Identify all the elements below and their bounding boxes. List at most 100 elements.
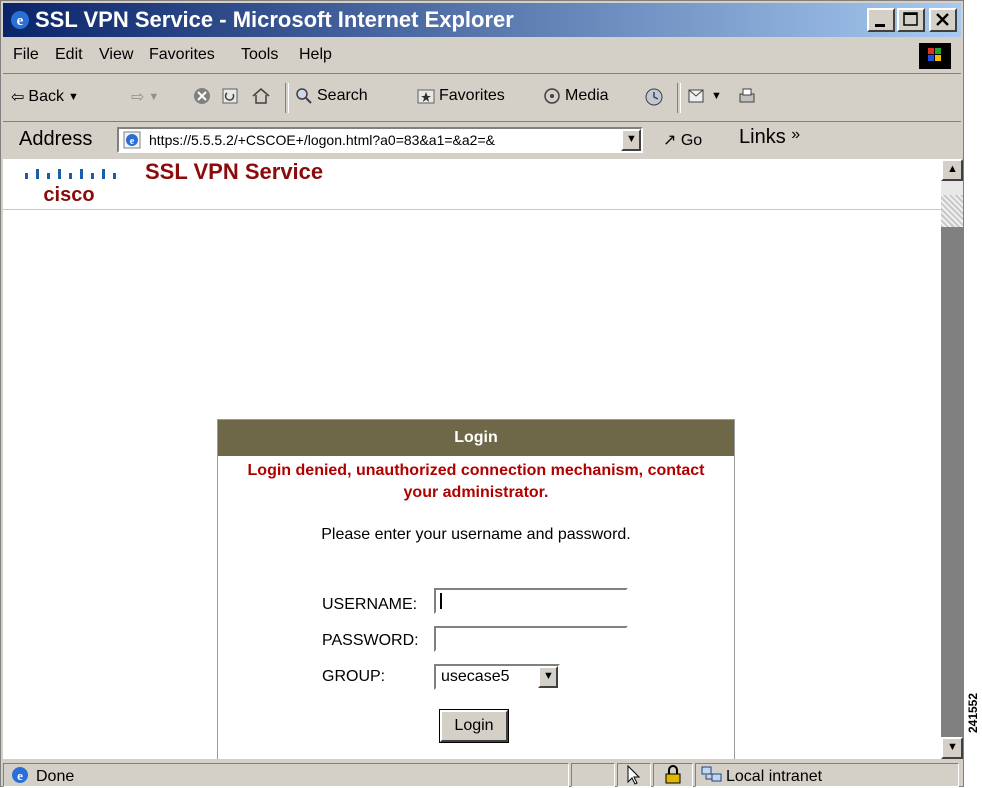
- minimize-button[interactable]: [867, 8, 895, 32]
- zone-text: Local intranet: [726, 768, 823, 785]
- svg-text:e: e: [17, 13, 24, 29]
- refresh-icon: [222, 88, 238, 104]
- group-select[interactable]: usecase5 ▼: [434, 664, 560, 690]
- page-icon: e: [123, 131, 141, 149]
- dropdown-arrow-icon: ▼: [543, 670, 554, 682]
- dropdown-arrow-icon: ▼: [711, 90, 722, 102]
- password-field[interactable]: [434, 626, 628, 652]
- home-icon: [252, 88, 270, 104]
- svg-text:e: e: [130, 136, 135, 147]
- toolbar-separator: [677, 83, 681, 113]
- links-label: Links: [739, 126, 786, 148]
- print-button[interactable]: [737, 87, 757, 105]
- figure-id-label: 241552: [964, 650, 982, 780]
- scroll-thumb[interactable]: [941, 195, 963, 227]
- print-icon: [739, 88, 755, 103]
- group-dropdown-button[interactable]: ▼: [538, 666, 558, 688]
- links-button[interactable]: Links »: [739, 126, 800, 149]
- title-bar[interactable]: e SSL VPN Service - Microsoft Internet E…: [3, 3, 961, 37]
- media-button[interactable]: Media: [543, 87, 609, 105]
- menu-file[interactable]: File: [13, 46, 39, 64]
- favorites-icon: [417, 89, 435, 104]
- forward-arrow-icon: ⇨: [131, 89, 145, 106]
- header-divider: [3, 209, 941, 210]
- menu-bar: File Edit View Favorites Tools Help: [3, 39, 961, 74]
- browser-window: e SSL VPN Service - Microsoft Internet E…: [0, 0, 964, 787]
- go-button[interactable]: ↗ Go: [663, 130, 702, 150]
- login-error-message: Login denied, unauthorized connection me…: [247, 462, 705, 501]
- back-button[interactable]: ⇦ Back ▼: [11, 87, 79, 107]
- favorites-button[interactable]: Favorites: [417, 87, 505, 105]
- login-button[interactable]: Login: [439, 709, 509, 743]
- history-icon: [645, 88, 663, 106]
- close-button[interactable]: [929, 8, 957, 32]
- menu-help[interactable]: Help: [299, 46, 332, 64]
- status-text: Done: [36, 768, 75, 785]
- media-label: Media: [565, 87, 609, 104]
- login-heading: Login: [218, 420, 734, 456]
- search-label: Search: [317, 87, 368, 104]
- status-text-cell: e Done: [3, 763, 569, 787]
- password-label: PASSWORD:: [322, 632, 419, 649]
- arrow-down-icon: ▼: [947, 741, 958, 753]
- scroll-track[interactable]: [941, 227, 963, 737]
- address-url: https://5.5.5.2/+CSCOE+/logon.html?a0=83…: [149, 132, 495, 148]
- toolbar-separator: [285, 83, 289, 113]
- stop-icon: [194, 88, 210, 104]
- scroll-up-button[interactable]: ▲: [941, 159, 963, 181]
- stop-button[interactable]: [193, 87, 211, 105]
- refresh-button[interactable]: [221, 87, 239, 105]
- text-caret: [440, 593, 442, 609]
- vertical-scrollbar[interactable]: ▲ ▼: [941, 159, 963, 759]
- zone-cell: Local intranet: [695, 763, 959, 787]
- group-label: GROUP:: [322, 668, 386, 685]
- security-cell: [653, 763, 693, 787]
- arrow-up-icon: ▲: [947, 163, 958, 175]
- search-icon: [296, 88, 312, 104]
- figure-id: 241552: [966, 692, 980, 734]
- cursor-icon: [627, 765, 641, 785]
- address-label: Address: [19, 128, 93, 150]
- mail-icon: [688, 89, 704, 103]
- back-arrow-icon: ⇦: [11, 89, 25, 106]
- maximize-button[interactable]: [897, 8, 925, 32]
- page-viewport: cisco SSL VPN Service Login Login denied…: [3, 159, 941, 759]
- menu-view[interactable]: View: [99, 46, 133, 64]
- svg-text:e: e: [17, 768, 23, 783]
- history-button[interactable]: [643, 87, 665, 107]
- page-title: SSL VPN Service: [145, 159, 324, 184]
- username-field[interactable]: [434, 588, 628, 614]
- menu-tools[interactable]: Tools: [241, 46, 278, 64]
- login-panel: Login Login denied, unauthorized connect…: [217, 419, 735, 759]
- address-bar: Address e https://5.5.5.2/+CSCOE+/logon.…: [3, 123, 961, 159]
- scroll-down-button[interactable]: ▼: [941, 737, 963, 759]
- maximize-icon: [903, 12, 918, 26]
- cisco-logo: cisco: [19, 165, 131, 212]
- dropdown-arrow-icon: ▼: [148, 91, 160, 103]
- mail-button[interactable]: ▼: [687, 87, 722, 105]
- dropdown-arrow-icon: ▼: [67, 91, 79, 103]
- standard-toolbar: ⇦ Back ▼ ⇨ ▼ Search Favorites Media ▼: [3, 75, 961, 122]
- media-icon: [544, 88, 560, 104]
- go-arrow-icon: ↗: [663, 132, 677, 149]
- close-icon: [936, 13, 949, 26]
- address-dropdown-button[interactable]: ▼: [621, 129, 641, 151]
- windows-logo-icon: [919, 43, 951, 69]
- menu-favorites[interactable]: Favorites: [149, 46, 215, 64]
- group-selected-value: usecase5: [441, 668, 510, 685]
- home-button[interactable]: [251, 87, 271, 105]
- favorites-label: Favorites: [439, 87, 505, 104]
- status-cell: [571, 763, 615, 787]
- address-input[interactable]: e https://5.5.5.2/+CSCOE+/logon.html?a0=…: [117, 127, 643, 153]
- menu-edit[interactable]: Edit: [55, 46, 83, 64]
- minimize-icon: [875, 24, 885, 27]
- status-bar: e Done Local intranet: [3, 761, 961, 788]
- search-button[interactable]: Search: [295, 87, 368, 105]
- login-prompt: Please enter your username and password.: [321, 526, 631, 543]
- back-label: Back: [28, 88, 64, 105]
- status-cell: [617, 763, 651, 787]
- forward-button[interactable]: ⇨ ▼: [131, 87, 159, 107]
- window-title: SSL VPN Service - Microsoft Internet Exp…: [35, 7, 514, 32]
- lock-icon: [665, 765, 681, 784]
- dropdown-arrow-icon: ▼: [626, 133, 637, 145]
